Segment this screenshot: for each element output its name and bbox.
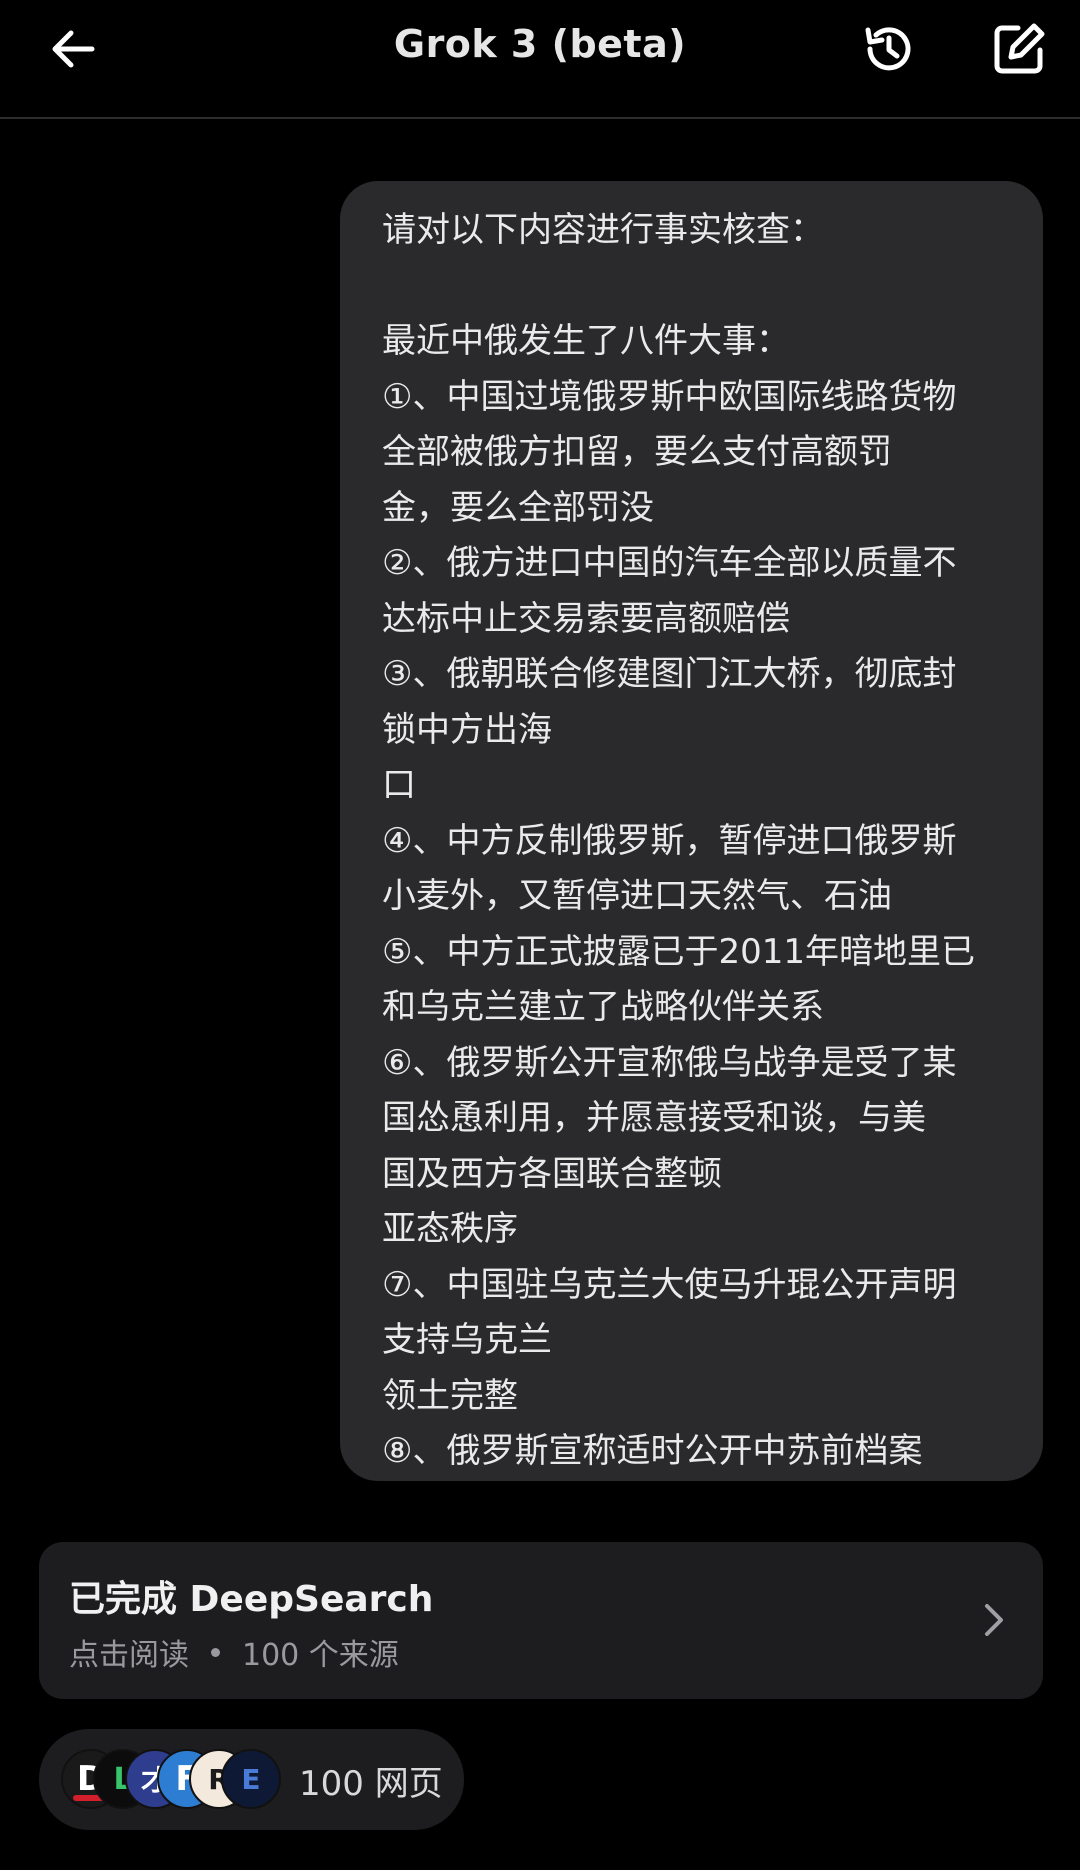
history-icon [865, 27, 911, 71]
user-message-bubble: 请对以下内容进行事实核查： 最近中俄发生了八件大事： ①、中国过境俄罗斯中欧国际… [340, 181, 1043, 1481]
new-chat-button[interactable] [988, 18, 1050, 80]
deepsearch-subtitle: 点击阅读 100 个来源 [69, 1630, 399, 1674]
chevron-right-icon [973, 1598, 1013, 1642]
source-favicons: D L 才 F R E [61, 1749, 281, 1811]
compose-icon [994, 23, 1045, 74]
web-sources-label: 100 网页 [299, 1764, 443, 1804]
source-favicon: E [221, 1749, 281, 1809]
web-sources-button[interactable]: D L 才 F R E 100 网页 [39, 1729, 464, 1830]
read-action-label: 点击阅读 [69, 1638, 189, 1673]
deepsearch-title: 已完成 DeepSearch [69, 1579, 434, 1620]
deepsearch-card[interactable]: 已完成 DeepSearch 点击阅读 100 个来源 [39, 1542, 1043, 1699]
sources-count: 100 个来源 [242, 1638, 399, 1673]
history-button[interactable] [858, 18, 920, 80]
top-bar: Grok 3 (beta) [0, 0, 1080, 119]
arrow-left-icon [52, 30, 95, 68]
user-message-text: 请对以下内容进行事实核查： 最近中俄发生了八件大事： ①、中国过境俄罗斯中欧国际… [382, 210, 976, 1471]
back-button[interactable] [44, 20, 104, 80]
separator-dot [211, 1647, 220, 1657]
